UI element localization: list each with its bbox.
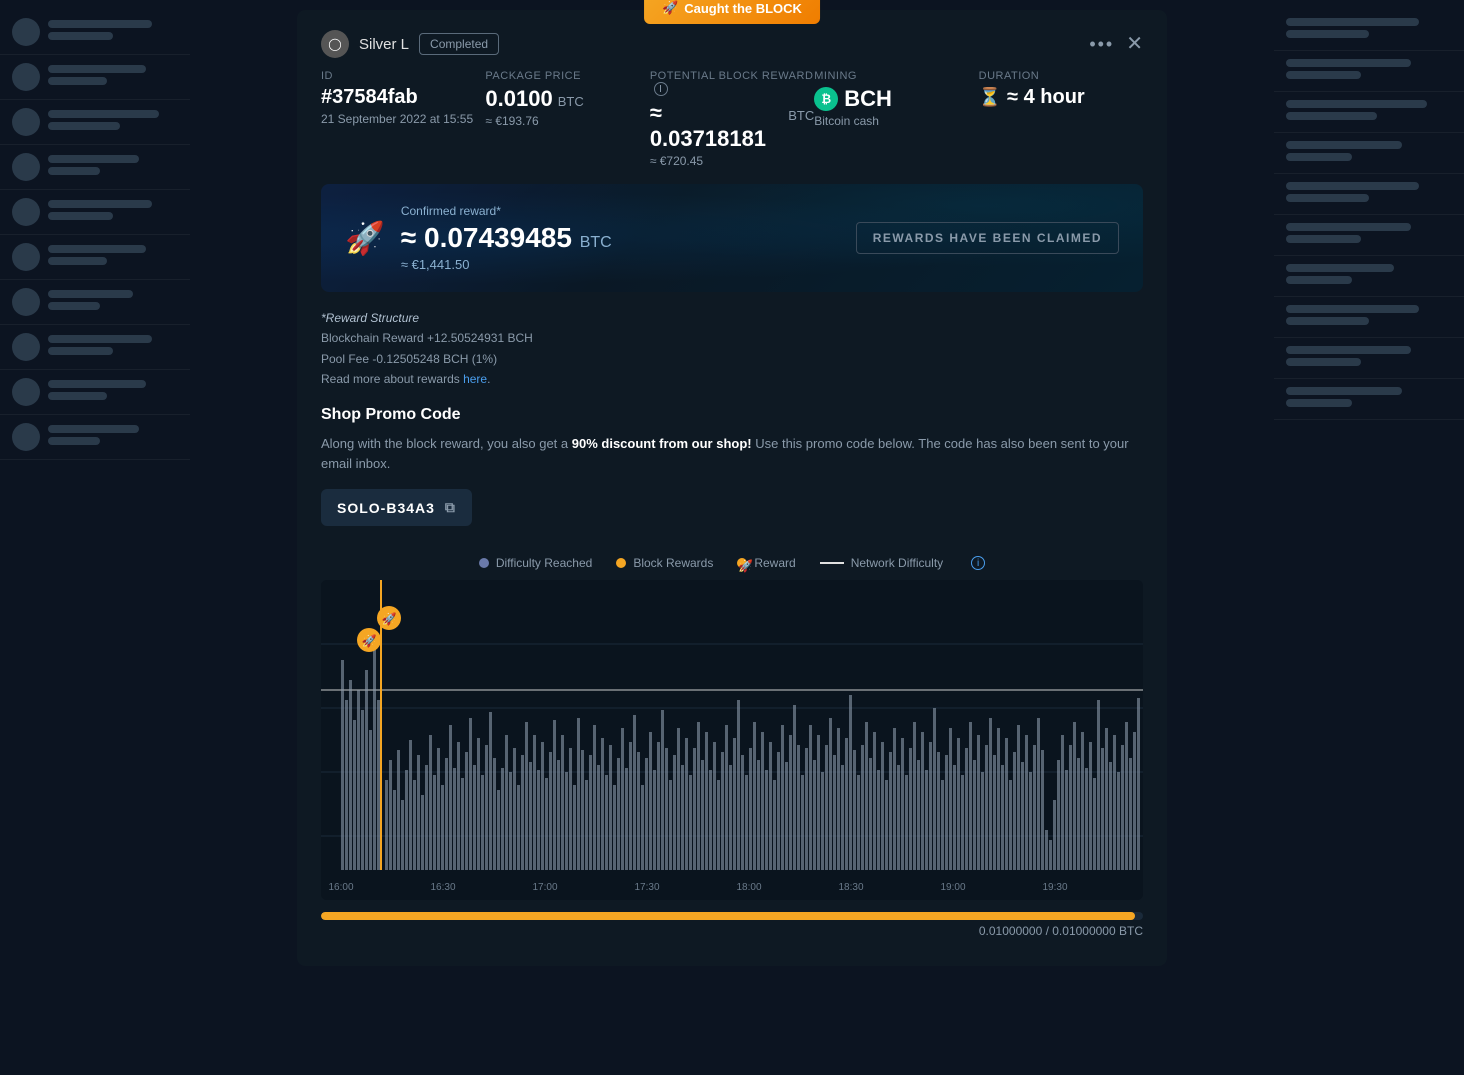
mining-label: Mining [814, 70, 978, 82]
svg-text:19:00: 19:00 [940, 882, 965, 893]
user-name: Silver L [359, 36, 409, 53]
duration-label: Duration [979, 70, 1143, 82]
mining-column: Mining ₿ BCH Bitcoin cash [814, 70, 978, 168]
package-price-value: 0.0100 BTC [485, 86, 649, 112]
confirmed-label: Confirmed reward* [401, 204, 612, 218]
bch-icon: ₿ [814, 87, 838, 111]
legend-block-rewards-label: Block Rewards [633, 556, 713, 570]
avatar: ◯ [321, 30, 349, 58]
promo-description: Along with the block reward, you also ge… [321, 434, 1143, 476]
reward-amount: ≈ 0.07439485 BTC [401, 222, 612, 254]
header-actions: ••• ✕ [1089, 34, 1143, 55]
avatar-initial: ◯ [328, 37, 341, 51]
reward-text-block: Confirmed reward* ≈ 0.07439485 BTC ≈ €1,… [401, 204, 612, 272]
potential-reward-eur: ≈ €720.45 [650, 154, 814, 168]
mining-coin-name: BCH [844, 86, 892, 112]
chart-info-icon[interactable]: i [971, 556, 985, 570]
duration-value: ⏳ ≈ 4 hour [979, 86, 1143, 109]
potential-reward-label: Potential Block Reward i [650, 70, 814, 96]
status-badge: Completed [419, 33, 499, 55]
legend-block-rewards: Block Rewards [616, 556, 713, 570]
caught-block-label: Caught the BLOCK [684, 1, 802, 16]
package-price-unit: BTC [558, 94, 584, 109]
modal-wrapper: 🚀 Caught the BLOCK ◯ Silver L Completed … [0, 0, 1464, 1075]
svg-text:16:30: 16:30 [430, 882, 455, 893]
progress-bar [321, 912, 1143, 920]
id-date: 21 September 2022 at 15:55 [321, 112, 485, 126]
duration-column: Duration ⏳ ≈ 4 hour [979, 70, 1143, 168]
svg-text:17:30: 17:30 [634, 882, 659, 893]
svg-text:🚀: 🚀 [382, 612, 397, 626]
confirmed-unit: BTC [580, 234, 612, 251]
claimed-badge: REWARDS HAVE BEEN CLAIMED [856, 222, 1119, 254]
mining-coin: ₿ BCH [814, 86, 978, 112]
legend-reward: 🚀 Reward [737, 556, 795, 570]
user-info: ◯ Silver L Completed [321, 30, 499, 58]
legend-difficulty-reached: Difficulty Reached [479, 556, 593, 570]
progress-bar-fill [321, 912, 1135, 920]
reward-dot: 🚀 [737, 558, 747, 568]
rocket-icon: 🚀 [345, 219, 385, 257]
reward-structure-section: *Reward Structure Blockchain Reward +12.… [297, 308, 1167, 406]
confirmed-eur: ≈ €1,441.50 [401, 257, 612, 272]
reward-left: 🚀 Confirmed reward* ≈ 0.07439485 BTC ≈ €… [345, 204, 612, 272]
svg-text:19:30: 19:30 [1042, 882, 1067, 893]
info-row: ID #37584fab 21 September 2022 at 15:55 … [297, 70, 1167, 184]
network-difficulty-line [820, 562, 844, 564]
id-value: #37584fab [321, 86, 485, 109]
progress-label: 0.01000000 / 0.01000000 BTC [321, 924, 1143, 938]
svg-text:17:00: 17:00 [532, 882, 557, 893]
id-column: ID #37584fab 21 September 2022 at 15:55 [321, 70, 485, 168]
promo-code-box: SOLO-B34A3 ⧉ [321, 489, 472, 526]
reward-structure-title: *Reward Structure [321, 308, 1143, 328]
rocket-small-icon: 🚀 [662, 0, 678, 16]
legend-reward-label: Reward [754, 556, 795, 570]
chart-container: 🚀 🚀 16:00 16:30 17:00 17:30 18:00 18:30 … [321, 580, 1143, 900]
promo-section: Shop Promo Code Along with the block rew… [297, 406, 1167, 547]
id-label: ID [321, 70, 485, 82]
chart-legend: Difficulty Reached Block Rewards 🚀 Rewar… [297, 546, 1167, 580]
package-price-label: Package Price [485, 70, 649, 82]
reward-structure-pool-fee: Pool Fee -0.12505248 BCH (1%) [321, 349, 1143, 369]
read-more-link[interactable]: here [463, 372, 487, 386]
info-icon[interactable]: i [654, 82, 668, 96]
svg-text:16:00: 16:00 [328, 882, 353, 893]
mining-full-name: Bitcoin cash [814, 114, 978, 128]
package-price-eur: ≈ €193.76 [485, 114, 649, 128]
caught-block-banner: 🚀 Caught the BLOCK [644, 0, 820, 24]
potential-reward-value: ≈ 0.03718181 BTC [650, 100, 814, 152]
svg-text:18:30: 18:30 [838, 882, 863, 893]
legend-network-difficulty-label: Network Difficulty [851, 556, 943, 570]
legend-network-difficulty: Network Difficulty [820, 556, 943, 570]
copy-icon[interactable]: ⧉ [445, 499, 456, 516]
read-more-text: Read more about rewards here. [321, 369, 1143, 389]
block-rewards-dot [616, 558, 626, 568]
difficulty-reached-dot [479, 558, 489, 568]
hourglass-icon: ⏳ [979, 87, 1001, 108]
potential-reward-unit: BTC [788, 108, 814, 123]
promo-title: Shop Promo Code [321, 406, 1143, 424]
package-price-column: Package Price 0.0100 BTC ≈ €193.76 [485, 70, 649, 168]
progress-section: 0.01000000 / 0.01000000 BTC [321, 912, 1143, 938]
more-options-button[interactable]: ••• [1089, 34, 1114, 55]
promo-code-value: SOLO-B34A3 [337, 500, 435, 516]
potential-reward-column: Potential Block Reward i ≈ 0.03718181 BT… [650, 70, 814, 168]
modal-dialog: 🚀 Caught the BLOCK ◯ Silver L Completed … [297, 10, 1167, 966]
chart-svg: 🚀 🚀 16:00 16:30 17:00 17:30 18:00 18:30 … [321, 580, 1143, 900]
reward-banner: 🚀 Confirmed reward* ≈ 0.07439485 BTC ≈ €… [321, 184, 1143, 292]
svg-text:18:00: 18:00 [736, 882, 761, 893]
svg-text:🚀: 🚀 [362, 634, 377, 648]
reward-structure-blockchain: Blockchain Reward +12.50524931 BCH [321, 328, 1143, 348]
legend-difficulty-reached-label: Difficulty Reached [496, 556, 593, 570]
close-button[interactable]: ✕ [1126, 34, 1143, 54]
